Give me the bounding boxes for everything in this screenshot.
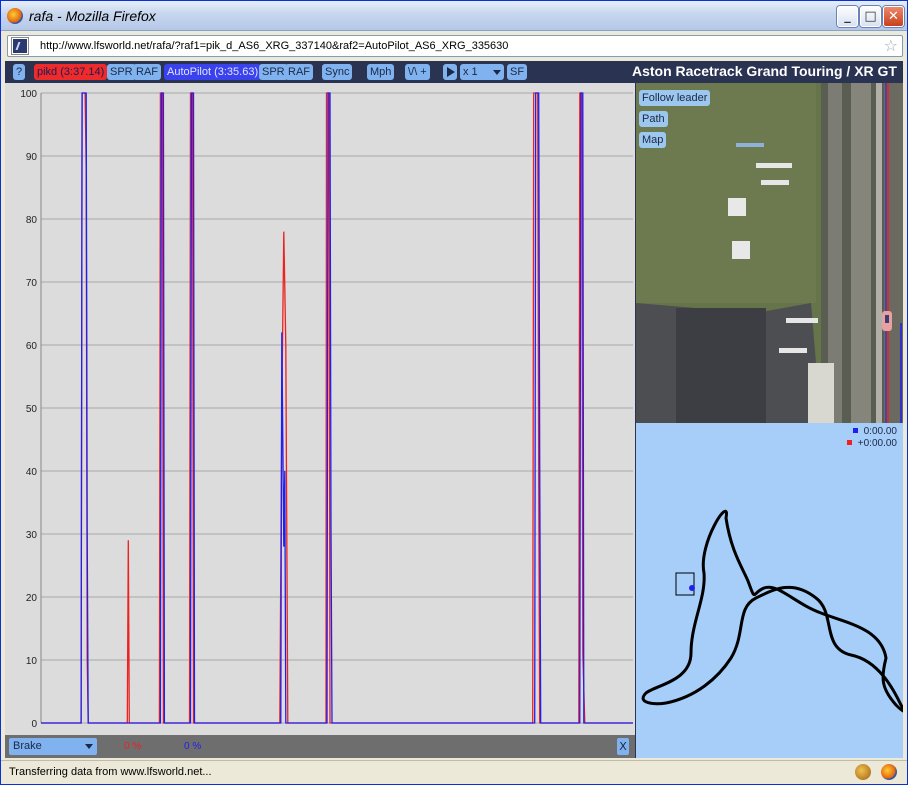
close-graph-button[interactable]: X xyxy=(617,738,629,755)
y-tick-label: 80 xyxy=(26,215,38,226)
track-title: Aston Racetrack Grand Touring / XR GT xyxy=(631,63,897,79)
browser-window: rafa - Mozilla Firefox _ □ ✕ http://www.… xyxy=(0,0,908,785)
driver1-raf-button[interactable]: RAF xyxy=(133,64,161,80)
y-tick-label: 30 xyxy=(26,530,38,541)
driver2-spr-button[interactable]: SPR xyxy=(259,64,288,80)
y-tick-label: 0 xyxy=(31,719,37,730)
map-button[interactable]: Map xyxy=(639,132,667,148)
aerial-view[interactable]: Follow leader Path Map xyxy=(636,83,903,423)
track-minimap[interactable]: 0:00.00 +0:00.00 xyxy=(636,423,903,758)
units-button[interactable]: Mph xyxy=(367,64,395,80)
channel-select[interactable]: Brake xyxy=(9,738,97,755)
status-bar: Transferring data from www.lfsworld.net.… xyxy=(1,760,907,784)
addon-icon[interactable] xyxy=(855,764,871,780)
rafa-app: ? pikd (3:37.14) SPR RAF AutoPilot (3:35… xyxy=(5,61,903,758)
title-bar: rafa - Mozilla Firefox _ □ ✕ xyxy=(1,1,907,31)
play-icon[interactable] xyxy=(443,64,457,80)
y-tick-label: 60 xyxy=(26,341,38,352)
driver1-spr-button[interactable]: SPR xyxy=(107,64,136,80)
y-tick-label: 40 xyxy=(26,467,38,478)
help-button[interactable]: ? xyxy=(13,64,26,80)
driver1-button[interactable]: pikd (3:37.14) xyxy=(34,64,108,80)
follow-leader-button[interactable]: Follow leader xyxy=(639,90,711,106)
replay-toolbar: ? pikd (3:37.14) SPR RAF AutoPilot (3:35… xyxy=(5,61,903,83)
address-bar[interactable]: http://www.lfsworld.net/rafa/?raf1=pik_d… xyxy=(7,35,903,57)
sync-button[interactable]: Sync xyxy=(322,64,353,80)
firefox-icon xyxy=(7,8,23,24)
sf-button[interactable]: SF xyxy=(507,64,528,80)
track-outline xyxy=(641,509,903,713)
driver2-raf-button[interactable]: RAF xyxy=(285,64,313,80)
status-text: Transferring data from www.lfsworld.net.… xyxy=(9,766,212,778)
y-tick-label: 50 xyxy=(26,404,38,415)
graph-mode-button[interactable]: \/\ + xyxy=(405,64,430,80)
url-text[interactable]: http://www.lfsworld.net/rafa/?raf1=pik_d… xyxy=(40,40,508,52)
close-window-button[interactable]: ✕ xyxy=(883,6,904,27)
aerial-photo xyxy=(636,83,903,423)
y-tick-label: 90 xyxy=(26,152,38,163)
minimize-button[interactable]: _ xyxy=(837,6,858,27)
y-tick-label: 70 xyxy=(26,278,38,289)
driver2-value: 0 % xyxy=(184,741,202,752)
speed-select[interactable]: x 1 xyxy=(460,64,504,80)
y-tick-label: 20 xyxy=(26,593,38,604)
bookmark-star-icon[interactable]: ☆ xyxy=(884,36,898,55)
y-tick-label: 100 xyxy=(20,89,37,100)
brake-chart: 0 10 20 30 40 50 60 70 80 90 100 xyxy=(20,89,633,730)
window-title: rafa - Mozilla Firefox xyxy=(29,8,156,24)
maximize-button[interactable]: □ xyxy=(860,6,881,27)
path-button[interactable]: Path xyxy=(639,111,668,127)
y-tick-label: 10 xyxy=(26,656,38,667)
firefox-status-icon[interactable] xyxy=(881,764,897,780)
site-icon xyxy=(12,38,28,54)
telemetry-graph[interactable]: 0 10 20 30 40 50 60 70 80 90 100 xyxy=(5,83,635,735)
graph-bottom-bar: Brake 0 % 0 % X xyxy=(5,735,635,758)
driver1-value: 0 % xyxy=(124,741,142,752)
driver2-button[interactable]: AutoPilot (3:35.63) xyxy=(164,64,262,80)
